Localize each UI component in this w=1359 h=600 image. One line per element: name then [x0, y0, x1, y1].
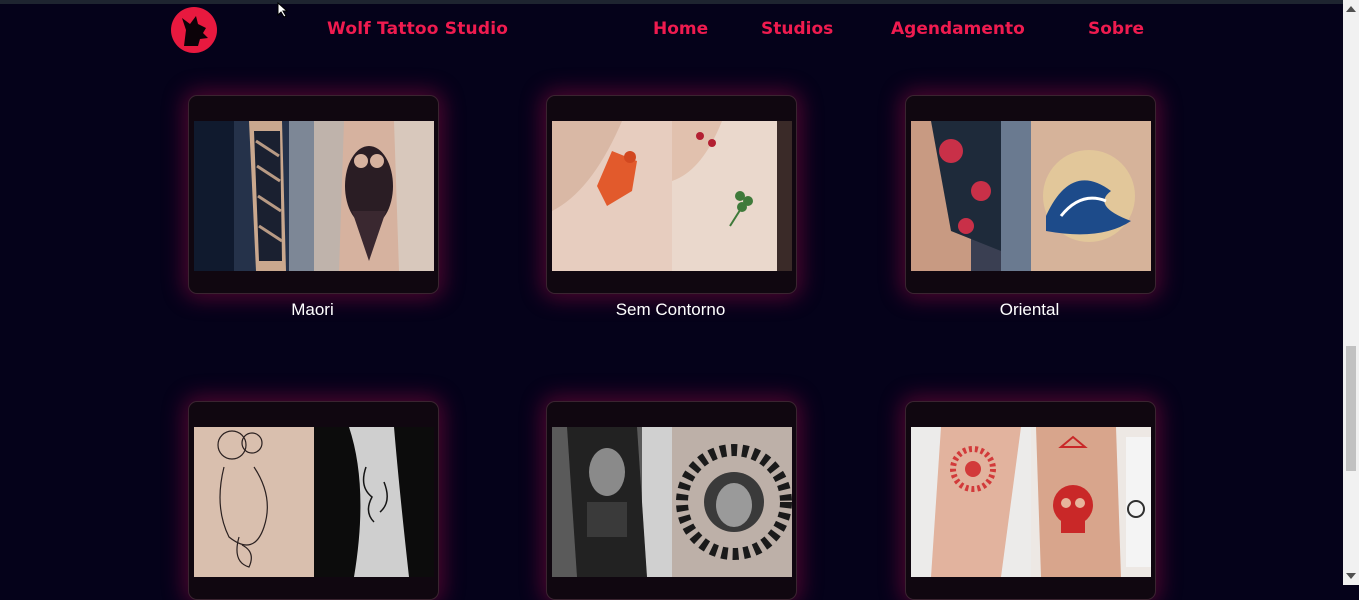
scroll-up-arrow-icon[interactable] [1346, 6, 1356, 12]
gallery-card-red-ink[interactable] [905, 401, 1156, 600]
red-ink-tattoo-image [911, 427, 1151, 577]
wolf-logo-icon[interactable] [170, 6, 218, 54]
gallery-card-maori[interactable] [188, 95, 439, 294]
gallery-card-realism[interactable] [546, 401, 797, 600]
realism-tattoo-image [552, 427, 792, 577]
scroll-thumb[interactable] [1346, 346, 1356, 471]
maori-tattoo-image [194, 121, 434, 271]
gallery-caption: Sem Contorno [615, 300, 726, 319]
nav-studios[interactable]: Studios [761, 19, 833, 39]
top-border [0, 0, 1343, 4]
nav-home[interactable]: Home [653, 19, 708, 39]
oriental-tattoo-image [911, 121, 1151, 271]
scroll-down-arrow-icon[interactable] [1346, 573, 1356, 579]
gallery-caption: Maori [291, 300, 334, 319]
gallery-caption: Oriental [999, 300, 1060, 319]
brand-title[interactable]: Wolf Tattoo Studio [327, 19, 508, 39]
mouse-pointer-icon [277, 1, 289, 22]
nav-agendamento[interactable]: Agendamento [891, 19, 1025, 39]
gallery-card-oriental[interactable] [905, 95, 1156, 294]
nav-sobre[interactable]: Sobre [1088, 19, 1144, 39]
page-scrollbar[interactable] [1343, 0, 1359, 585]
gallery-card-sem-contorno[interactable] [546, 95, 797, 294]
sem-contorno-tattoo-image [552, 121, 792, 271]
fine-line-tattoo-image [194, 427, 434, 577]
gallery-card-fine-line[interactable] [188, 401, 439, 600]
